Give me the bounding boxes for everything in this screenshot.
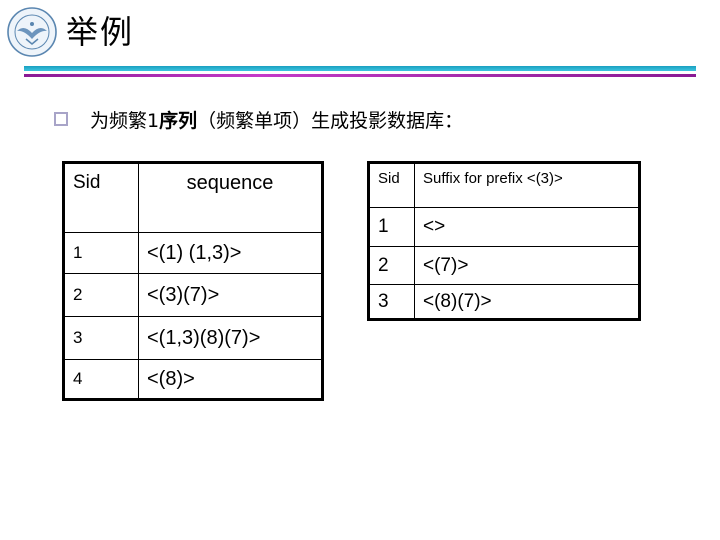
square-bullet-icon xyxy=(54,112,68,126)
cell-sequence: <(3)(7)> xyxy=(138,273,323,317)
cell-suffix: <(8)(7)> xyxy=(414,284,640,320)
table-row: 3 <(1,3)(8)(7)> xyxy=(63,316,323,360)
header-sequence: sequence xyxy=(138,162,323,233)
cell-suffix: <> xyxy=(414,207,640,247)
cell-sid: 3 xyxy=(63,316,139,360)
header-sid: Sid xyxy=(368,162,415,208)
cell-sid: 4 xyxy=(63,359,139,400)
cell-sid: 1 xyxy=(63,232,139,274)
table-row: 4 <(8)> xyxy=(63,359,323,400)
table-row: 1 <> xyxy=(368,207,640,247)
cell-sid: 3 xyxy=(368,284,415,320)
table-header-row: Sid sequence xyxy=(63,162,323,233)
cell-sid: 2 xyxy=(63,273,139,317)
table-row: 3 <(8)(7)> xyxy=(368,284,640,320)
header-sid: Sid xyxy=(63,162,139,233)
sequence-table: Sid sequence 1 <(1) (1,3)> 2 <(3)(7)> 3 … xyxy=(62,161,324,401)
bullet-point: 为频繁1序列（频繁单项）生成投影数据库： xyxy=(54,104,463,134)
table-row: 1 <(1) (1,3)> xyxy=(63,232,323,274)
cell-sequence: <(1,3)(8)(7)> xyxy=(138,316,323,360)
university-seal-logo xyxy=(6,6,58,58)
cell-sid: 1 xyxy=(368,207,415,247)
table-row: 2 <(3)(7)> xyxy=(63,273,323,317)
header-divider-purple xyxy=(24,74,696,77)
header-suffix: Suffix for prefix <(3)> xyxy=(414,162,640,208)
bullet-text-part1: 为频繁1 xyxy=(90,109,160,132)
cell-sequence: <(1) (1,3)> xyxy=(138,232,323,274)
bullet-text-bold: 序列 xyxy=(159,109,198,132)
projection-table: Sid Suffix for prefix <(3)> 1 <> 2 <(7)>… xyxy=(367,161,641,321)
cell-sequence: <(8)> xyxy=(138,359,323,400)
bullet-text-part2: （频繁单项）生成投影数据库： xyxy=(197,109,464,132)
cell-suffix: <(7)> xyxy=(414,246,640,285)
cell-sid: 2 xyxy=(368,246,415,285)
header-divider-cyan xyxy=(24,66,696,71)
bullet-text: 为频繁1序列（频繁单项）生成投影数据库： xyxy=(90,106,463,133)
table-header-row: Sid Suffix for prefix <(3)> xyxy=(368,162,640,208)
table-row: 2 <(7)> xyxy=(368,246,640,285)
page-title: 举例 xyxy=(66,13,135,51)
